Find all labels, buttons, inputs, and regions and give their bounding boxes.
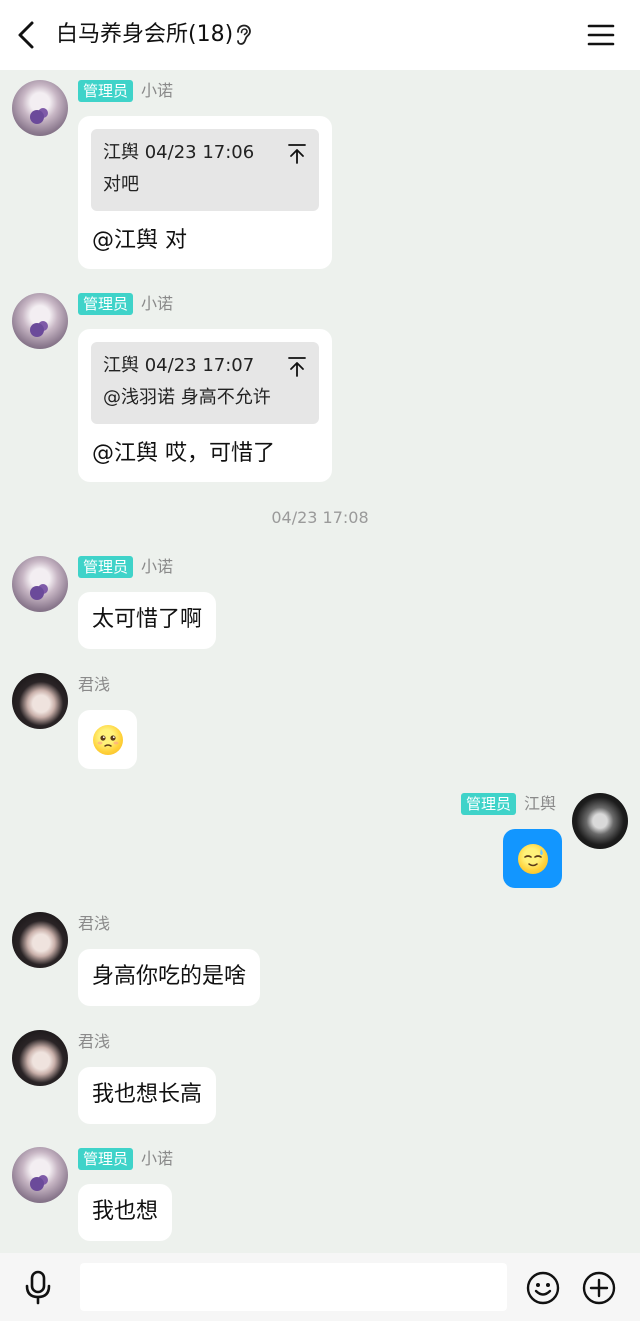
message-text: @江舆 对 xyxy=(92,228,187,253)
admin-badge: 管理员 xyxy=(78,1148,134,1170)
smiley-icon xyxy=(526,1271,560,1305)
quote-time: 04/23 17:07 xyxy=(144,355,255,376)
message-text: 我也想长高 xyxy=(92,1082,203,1107)
quote-author: 江舆 xyxy=(103,355,139,376)
menu-button[interactable] xyxy=(586,20,616,50)
reply-message-bubble[interactable]: 江舆 04/23 17:06 对吧 @江舆 对 xyxy=(78,116,332,269)
message-text: 身高你吃的是啥 xyxy=(92,964,247,989)
quote-header: 江舆 04/23 17:07 xyxy=(103,352,307,380)
sender-name: 小诺 xyxy=(141,1149,174,1168)
input-bar xyxy=(0,1253,640,1321)
admin-badge: 管理员 xyxy=(78,556,134,578)
sweat-smile-face-icon xyxy=(517,843,548,874)
plus-circle-icon xyxy=(582,1271,616,1305)
avatar-xiaonuo[interactable] xyxy=(12,80,68,136)
quote-author: 江舆 xyxy=(103,142,139,163)
quoted-message[interactable]: 江舆 04/23 17:06 对吧 xyxy=(91,129,319,211)
avatar-junqian[interactable] xyxy=(12,912,68,968)
sender-name: 江舆 xyxy=(523,794,556,813)
quoted-message[interactable]: 江舆 04/23 17:07 @浅羽诺 身高不允许 xyxy=(91,342,319,424)
message-text: 我也想 xyxy=(92,1199,159,1224)
sender-row: 管理员 小诺 xyxy=(78,80,173,102)
sender-name: 君浅 xyxy=(78,1032,111,1051)
message-text: 太可惜了啊 xyxy=(92,607,203,632)
sender-row: 管理员 小诺 xyxy=(78,293,173,315)
message-bubble[interactable]: 我也想长高 xyxy=(78,1067,217,1124)
avatar-xiaonuo[interactable] xyxy=(12,293,68,349)
chevron-left-icon xyxy=(18,21,34,49)
avatar-jiangyu[interactable] xyxy=(572,793,628,849)
jump-to-top-icon[interactable] xyxy=(287,141,307,165)
sender-name: 小诺 xyxy=(141,557,174,576)
quote-text: 对吧 xyxy=(103,174,139,195)
avatar-junqian[interactable] xyxy=(12,1030,68,1086)
admin-badge: 管理员 xyxy=(460,793,516,815)
sender-name: 小诺 xyxy=(141,294,174,313)
hamburger-icon xyxy=(587,24,615,46)
ear-icon xyxy=(234,24,252,46)
message-bubble[interactable]: 我也想 xyxy=(78,1184,173,1241)
chat-header: 白马养身会所(18) xyxy=(0,0,640,70)
admin-badge: 管理员 xyxy=(78,293,134,315)
message-text: @江舆 哎，可惜了 xyxy=(92,441,275,466)
quote-time: 04/23 17:06 xyxy=(144,142,255,163)
jump-to-top-icon[interactable] xyxy=(287,354,307,378)
chat-title[interactable]: 白马养身会所(18) xyxy=(56,19,233,51)
quote-text: @浅羽诺 身高不允许 xyxy=(103,387,271,408)
reply-message-bubble[interactable]: 江舆 04/23 17:07 @浅羽诺 身高不允许 @江舆 哎，可惜了 xyxy=(78,329,332,482)
admin-badge: 管理员 xyxy=(78,80,134,102)
my-emoji-message-bubble[interactable] xyxy=(503,829,562,888)
sender-row: 管理员 江舆 xyxy=(460,793,556,815)
emoji-button[interactable] xyxy=(526,1271,560,1305)
sender-row: 管理员 小诺 xyxy=(78,1148,173,1170)
message-bubble[interactable]: 身高你吃的是啥 xyxy=(78,949,261,1006)
sender-row: 管理员 小诺 xyxy=(78,556,173,578)
avatar-xiaonuo[interactable] xyxy=(12,1147,68,1203)
microphone-icon xyxy=(25,1270,51,1305)
more-button[interactable] xyxy=(582,1271,616,1305)
sender-name: 君浅 xyxy=(78,675,111,694)
avatar-xiaonuo[interactable] xyxy=(12,556,68,612)
pleading-face-icon xyxy=(92,724,123,755)
emoji-message-bubble[interactable] xyxy=(78,710,137,769)
message-bubble[interactable]: 太可惜了啊 xyxy=(78,592,217,649)
quote-header: 江舆 04/23 17:06 xyxy=(103,139,307,167)
avatar-junqian[interactable] xyxy=(12,673,68,729)
message-input[interactable] xyxy=(80,1263,507,1311)
sender-name: 小诺 xyxy=(141,81,174,100)
voice-button[interactable] xyxy=(22,1269,54,1305)
sender-row: 君浅 xyxy=(78,674,110,696)
sender-row: 君浅 xyxy=(78,913,110,935)
chat-timestamp: 04/23 17:08 xyxy=(271,508,369,527)
back-button[interactable] xyxy=(12,18,44,52)
sender-row: 君浅 xyxy=(78,1031,110,1053)
sender-name: 君浅 xyxy=(78,914,111,933)
